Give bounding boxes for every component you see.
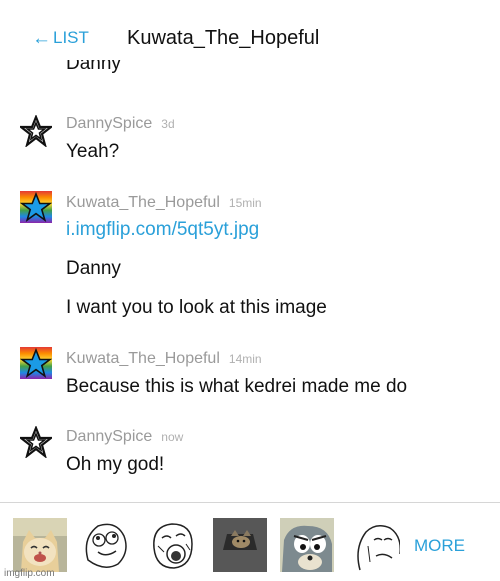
imgflip-watermark: imgflip.com xyxy=(4,568,55,579)
message-image-link[interactable]: i.imgflip.com/5qt5yt.jpg xyxy=(66,219,259,241)
message-text: Yeah? xyxy=(66,141,120,162)
message-text: Because this is what kedrei made me do xyxy=(66,376,408,397)
sticker-bar: MORE imgflip.com xyxy=(0,502,500,581)
message-text: I want you to look at this image xyxy=(66,297,327,318)
previous-message-partial: Danny xyxy=(66,60,121,74)
message-username[interactable]: Kuwata_The_Hopeful 15min xyxy=(66,194,262,212)
back-to-list-button[interactable]: ← LIST xyxy=(32,28,89,48)
rainbow-star-icon[interactable] xyxy=(20,347,52,379)
more-stickers-button[interactable]: MORE xyxy=(414,536,465,556)
message-username[interactable]: Kuwata_The_Hopeful 14min xyxy=(66,350,262,368)
lol-face-sticker[interactable] xyxy=(146,518,200,572)
message-timestamp: now xyxy=(161,430,184,444)
happy-cat-sticker[interactable] xyxy=(13,518,67,572)
message-text: Danny xyxy=(66,258,121,279)
tom-cat-sticker[interactable] xyxy=(280,518,334,572)
message-timestamp: 14min xyxy=(228,352,262,366)
derp-face-sticker[interactable] xyxy=(78,518,132,572)
message-text: Oh my god! xyxy=(66,454,165,475)
back-label: LIST xyxy=(53,28,89,47)
outline-star-icon[interactable] xyxy=(20,115,52,147)
rage-face-sticker[interactable] xyxy=(346,518,400,572)
ceiling-cat-sticker[interactable] xyxy=(213,518,267,572)
outline-star-icon[interactable] xyxy=(20,426,52,458)
message-timestamp: 3d xyxy=(161,117,175,131)
message-username[interactable]: DannySpice now xyxy=(66,428,183,446)
rainbow-star-icon[interactable] xyxy=(20,191,52,223)
message-username[interactable]: DannySpice 3d xyxy=(66,115,175,133)
chat-title: Kuwata_The_Hopeful xyxy=(127,27,320,49)
message-timestamp: 15min xyxy=(228,196,262,210)
left-arrow-icon: ← xyxy=(32,27,51,49)
